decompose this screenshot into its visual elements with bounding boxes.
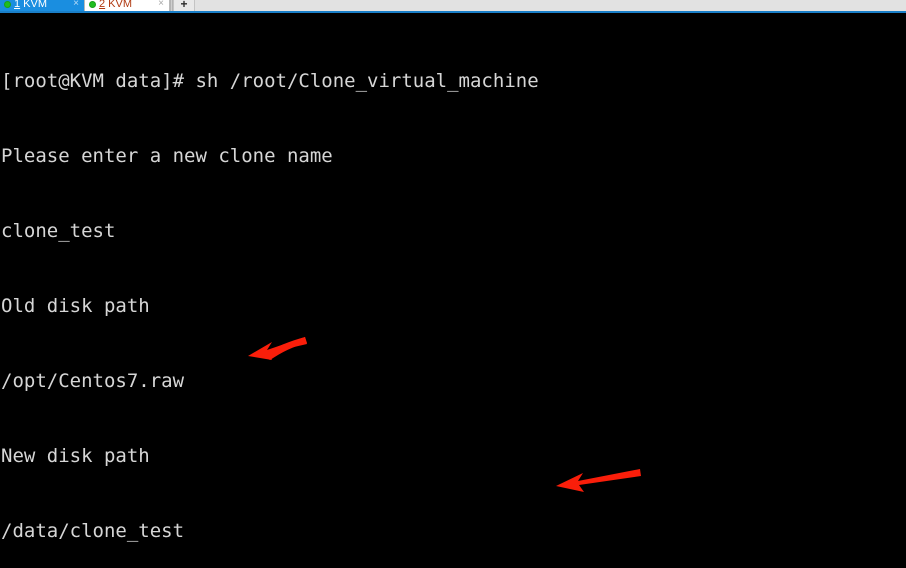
terminal-line: [root@KVM data]# sh /root/Clone_virtual_… xyxy=(1,70,539,92)
terminal-output[interactable]: [root@KVM data]# sh /root/Clone_virtual_… xyxy=(0,15,906,568)
terminal-line: New disk path xyxy=(1,445,150,467)
green-dot-icon xyxy=(4,1,11,8)
tab-1-label: 1 KVM xyxy=(14,0,70,11)
terminal-line: Please enter a new clone name xyxy=(1,145,333,167)
close-icon[interactable]: × xyxy=(158,0,164,10)
terminal-line: Old disk path xyxy=(1,295,150,317)
close-icon[interactable]: × xyxy=(73,0,79,10)
tab-bar: 1 KVM × 2 KVM × + xyxy=(0,0,906,13)
new-tab-button[interactable]: + xyxy=(173,0,195,11)
terminal-line: /opt/Centos7.raw xyxy=(1,370,185,392)
tab-2-label: 2 KVM xyxy=(99,0,155,11)
terminal-line: /data/clone_test xyxy=(1,520,185,542)
tab-2-kvm[interactable]: 2 KVM × xyxy=(84,0,170,11)
tab-1-title: KVM xyxy=(20,0,48,10)
toolbar-empty-area xyxy=(195,0,906,11)
tab-1-kvm[interactable]: 1 KVM × xyxy=(0,0,84,11)
tab-2-title: KVM xyxy=(105,0,133,10)
terminal-line: clone_test xyxy=(1,220,116,242)
green-dot-icon xyxy=(89,1,96,8)
